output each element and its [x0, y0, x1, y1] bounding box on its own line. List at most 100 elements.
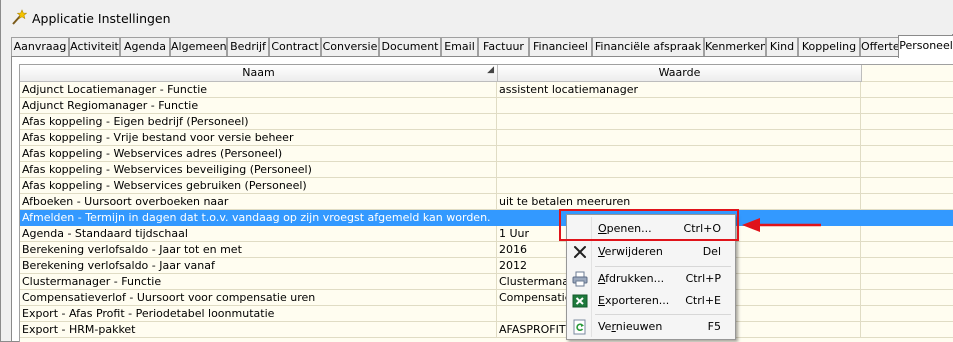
- cell-filler: [861, 130, 953, 146]
- tab-financiele-afspraak[interactable]: Financiële afspraak: [592, 37, 704, 57]
- cell-waarde[interactable]: [497, 130, 861, 146]
- table-row[interactable]: Afas koppeling - Webservices beveiliging…: [20, 162, 953, 178]
- cell-filler: [861, 258, 953, 274]
- menu-item-shortcut: Ctrl+E: [685, 294, 721, 307]
- menu-item-exporteren[interactable]: Exporteren... Ctrl+E: [569, 290, 733, 312]
- cell-waarde[interactable]: [497, 114, 861, 130]
- open-icon: [572, 221, 588, 237]
- column-header-label: Waarde: [658, 66, 701, 79]
- printer-icon: [572, 271, 588, 287]
- cell-naam: Compensatieverlof - Uursoort voor compen…: [20, 290, 497, 306]
- tab-document[interactable]: Document: [379, 37, 441, 57]
- table-row[interactable]: Afas koppeling - Webservices gebruiken (…: [20, 178, 953, 194]
- tab-activiteit[interactable]: Activiteit: [69, 37, 120, 57]
- menu-item-vernieuwen[interactable]: Vernieuwen F5: [569, 316, 733, 338]
- menu-item-label: Afdrukken...: [598, 272, 665, 285]
- cell-naam: Berekening verlofsaldo - Jaar vanaf: [20, 258, 497, 274]
- cell-waarde[interactable]: assistent locatiemanager: [497, 82, 861, 98]
- cell-filler: [861, 274, 953, 290]
- cell-naam: Berekening verlofsaldo - Jaar tot en met: [20, 242, 497, 258]
- cell-naam: Afas koppeling - Vrije bestand voor vers…: [20, 130, 497, 146]
- cell-naam: Adjunct Locatiemanager - Functie: [20, 82, 497, 98]
- tab-algemeen[interactable]: Algemeen: [170, 37, 227, 57]
- tab-financieel[interactable]: Financieel: [529, 37, 592, 57]
- cell-naam: Afas koppeling - Webservices beveiliging…: [20, 162, 497, 178]
- tab-panel-personeel: Naam ◢ Waarde Adjunct Locatiemanager - F…: [11, 56, 953, 342]
- cell-naam: Afas koppeling - Webservices adres (Pers…: [20, 146, 497, 162]
- tab-personeel[interactable]: Personeel: [898, 35, 953, 58]
- cell-filler: [861, 82, 953, 98]
- tab-email[interactable]: Email: [441, 37, 478, 57]
- table-row[interactable]: Afas koppeling - Vrije bestand voor vers…: [20, 130, 953, 146]
- sort-indicator-icon: ◢: [487, 65, 494, 75]
- tab-bedrijf[interactable]: Bedrijf: [227, 37, 269, 57]
- menu-item-verwijderen[interactable]: Verwijderen Del: [569, 241, 733, 263]
- table-row[interactable]: Adjunct Regiomanager - Functie: [20, 98, 953, 114]
- menu-item-shortcut: F5: [707, 320, 721, 333]
- cell-waarde[interactable]: [497, 98, 861, 114]
- cell-naam: Afmelden - Termijn in dagen dat t.o.v. v…: [20, 210, 497, 226]
- menu-item-openen[interactable]: Openen... Ctrl+O: [569, 218, 733, 240]
- menu-item-afdrukken[interactable]: Afdrukken... Ctrl+P: [569, 268, 733, 290]
- cell-naam: Afas koppeling - Webservices gebruiken (…: [20, 178, 497, 194]
- column-header-naam[interactable]: Naam ◢: [20, 65, 498, 82]
- cell-filler: [861, 306, 953, 322]
- column-header-waarde[interactable]: Waarde: [498, 65, 862, 82]
- cell-waarde[interactable]: [497, 178, 861, 194]
- tab-kenmerken[interactable]: Kenmerken: [704, 37, 766, 57]
- cell-naam: Afas koppeling - Eigen bedrijf (Personee…: [20, 114, 497, 130]
- table-row[interactable]: Export - Afas Profit - Periodetabel loon…: [20, 306, 953, 322]
- annotation-arrow-icon: [742, 218, 821, 232]
- tab-conversie[interactable]: Conversie: [321, 37, 379, 57]
- cell-filler: [861, 162, 953, 178]
- column-header-label: Naam: [242, 66, 275, 79]
- cell-naam: Afboeken - Uursoort overboeken naar: [20, 194, 497, 210]
- table-row[interactable]: Afas koppeling - Webservices adres (Pers…: [20, 146, 953, 162]
- table-row[interactable]: Berekening verlofsaldo - Jaar vanaf 2012: [20, 258, 953, 274]
- table-row[interactable]: Afboeken - Uursoort overboeken naar uit t…: [20, 194, 953, 210]
- menu-item-label: Openen...: [598, 222, 652, 235]
- grid-rows: Adjunct Locatiemanager - Functie assisten…: [20, 82, 953, 338]
- cell-filler: [861, 322, 953, 338]
- settings-wand-icon: [12, 9, 27, 25]
- table-row[interactable]: Berekening verlofsaldo - Jaar tot en met…: [20, 242, 953, 258]
- refresh-icon: [573, 319, 586, 335]
- cell-naam: Export - HRM-pakket: [20, 322, 497, 338]
- tab-aanvraag[interactable]: Aanvraag: [11, 37, 69, 57]
- cell-filler: [861, 194, 953, 210]
- menu-separator: [595, 314, 731, 315]
- cell-filler: [861, 226, 953, 242]
- cell-waarde[interactable]: [497, 162, 861, 178]
- cell-filler: [861, 146, 953, 162]
- table-row[interactable]: Export - HRM-pakket AFASPROFIT: [20, 322, 953, 338]
- settings-grid[interactable]: Naam ◢ Waarde Adjunct Locatiemanager - F…: [19, 64, 953, 342]
- table-row[interactable]: Adjunct Locatiemanager - Functie assisten…: [20, 82, 953, 98]
- cell-waarde[interactable]: uit te betalen meeruren: [497, 194, 861, 210]
- cell-filler: [861, 98, 953, 114]
- tab-offerte[interactable]: Offerte: [860, 37, 900, 57]
- cell-naam: Adjunct Regiomanager - Functie: [20, 98, 497, 114]
- menu-item-shortcut: Del: [702, 245, 721, 258]
- menu-item-label: Verwijderen: [598, 245, 663, 258]
- application-settings-window: Applicatie Instellingen Aanvraag Activit…: [0, 0, 953, 342]
- table-row[interactable]: Clustermanager - Functie Clustermanage: [20, 274, 953, 290]
- cell-filler: [861, 114, 953, 130]
- tab-koppeling[interactable]: Koppeling: [798, 37, 860, 57]
- tab-contract[interactable]: Contract: [269, 37, 321, 57]
- menu-item-shortcut: Ctrl+P: [685, 272, 721, 285]
- context-menu: Openen... Ctrl+O Verwijderen Del Afdrukk…: [566, 214, 736, 340]
- cell-filler: [861, 242, 953, 258]
- delete-x-icon: [574, 246, 586, 258]
- tab-agenda[interactable]: Agenda: [120, 37, 170, 57]
- menu-item-shortcut: Ctrl+O: [683, 222, 721, 235]
- window-title: Applicatie Instellingen: [32, 11, 171, 26]
- tab-factuur[interactable]: Factuur: [478, 37, 529, 57]
- title-bar: Applicatie Instellingen: [1, 0, 953, 34]
- menu-separator: [595, 266, 731, 267]
- table-row[interactable]: Afas koppeling - Eigen bedrijf (Personee…: [20, 114, 953, 130]
- tab-kind[interactable]: Kind: [766, 37, 798, 57]
- cell-waarde[interactable]: [497, 146, 861, 162]
- header-filler: [862, 65, 953, 82]
- menu-item-label: Exporteren...: [598, 294, 670, 307]
- table-row[interactable]: Compensatieverlof - Uursoort voor compen…: [20, 290, 953, 306]
